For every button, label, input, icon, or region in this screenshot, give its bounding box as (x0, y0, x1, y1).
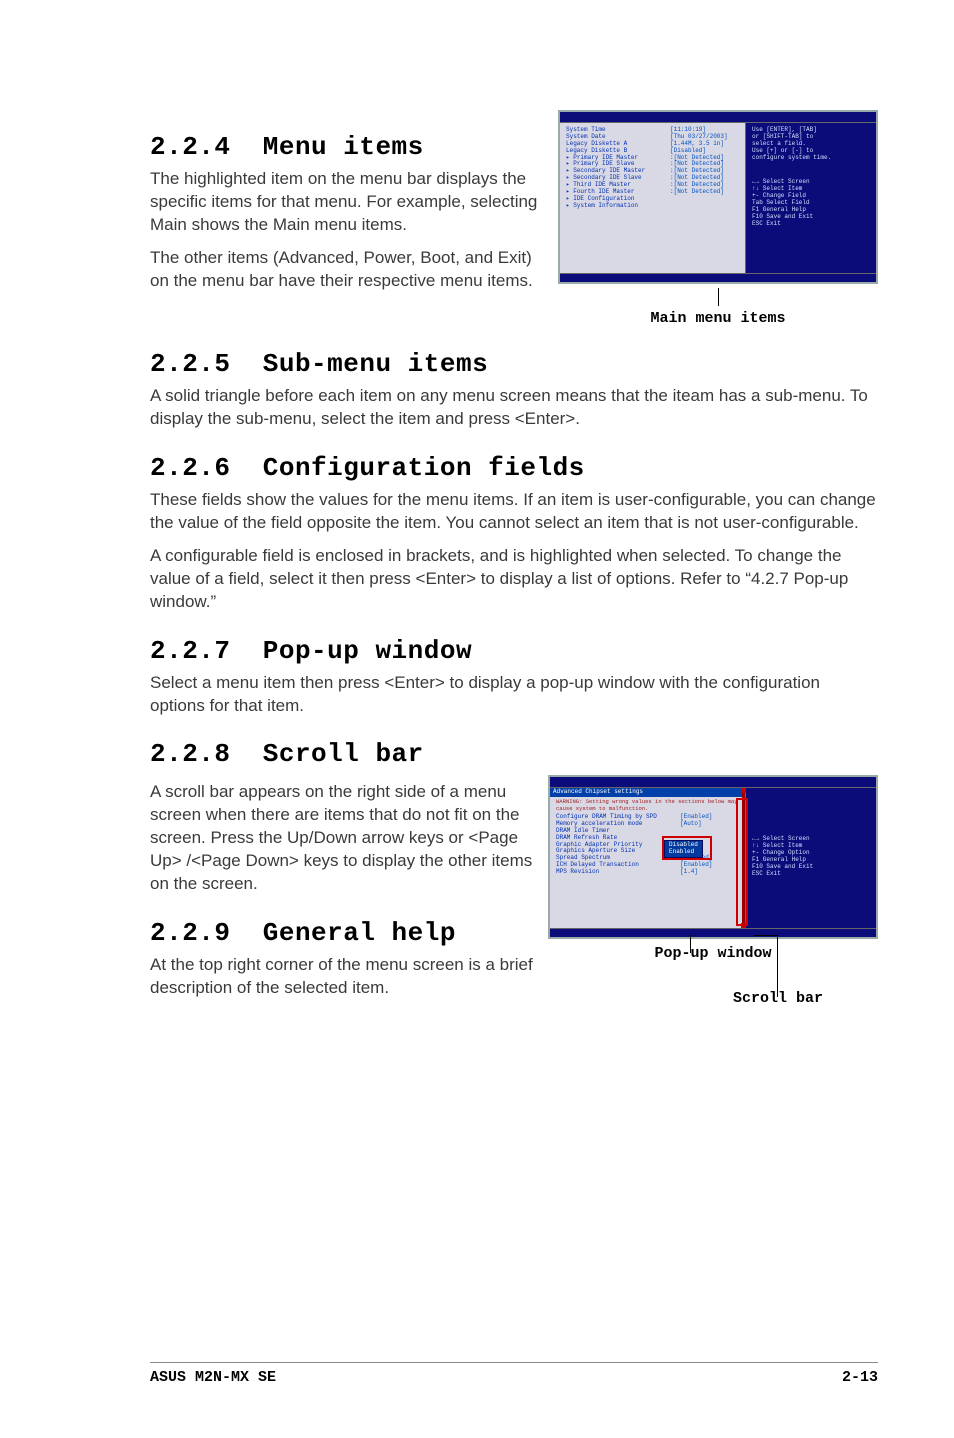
paragraph-229: At the top right corner of the menu scre… (150, 954, 540, 1000)
section-heading-227: 2.2.7 Pop-up window (150, 636, 878, 666)
bios2-warning: WARNING: Setting wrong values in the sec… (556, 799, 739, 812)
bios-row: ▸ System Information (566, 203, 739, 210)
caption-scroll-bar: Scroll bar (678, 990, 878, 1007)
paragraph-224b: The other items (Advanced, Power, Boot, … (150, 247, 552, 293)
section-num: 2.2.6 (150, 453, 231, 483)
section-num: 2.2.5 (150, 349, 231, 379)
section-num: 2.2.8 (150, 739, 231, 769)
paragraph-226b: A configurable field is enclosed in brac… (150, 545, 878, 614)
section-heading-229: 2.2.9 General help (150, 918, 540, 948)
caption-popup-window: Pop-up window (548, 945, 878, 962)
section-title: Scroll bar (263, 739, 424, 769)
paragraph-228: A scroll bar appears on the right side o… (150, 781, 540, 896)
paragraph-227: Select a menu item then press <Enter> to… (150, 672, 878, 718)
bios2-header: Advanced Chipset settings (550, 788, 745, 797)
section-heading-225: 2.2.5 Sub-menu items (150, 349, 878, 379)
footer-page-number: 2-13 (842, 1369, 878, 1386)
footer-product: ASUS M2N-MX SE (150, 1369, 276, 1386)
paragraph-225: A solid triangle before each item on any… (150, 385, 878, 431)
caption-main-menu-items: Main menu items (558, 310, 878, 327)
section-heading-224: 2.2.4 Menu items (150, 132, 552, 162)
section-num: 2.2.7 (150, 636, 231, 666)
section-heading-226: 2.2.6 Configuration fields (150, 453, 878, 483)
bios-key-line: ESC Exit (752, 871, 870, 878)
scrollbar-indicator (742, 788, 745, 928)
section-title: Pop-up window (263, 636, 472, 666)
section-num: 2.2.4 (150, 132, 231, 162)
section-title: General help (263, 918, 456, 948)
section-heading-228: 2.2.8 Scroll bar (150, 739, 878, 769)
bios-help-line: configure system time. (752, 155, 870, 162)
bios-key-line: ESC Exit (752, 221, 870, 228)
bios-screenshot-main: System Time [11:10:19]System Date [Thu 0… (558, 110, 878, 284)
paragraph-224a: The highlighted item on the menu bar dis… (150, 168, 552, 237)
section-title: Sub-menu items (263, 349, 488, 379)
page-footer: ASUS M2N-MX SE 2-13 (0, 1362, 954, 1386)
section-title: Menu items (263, 132, 424, 162)
paragraph-226a: These fields show the values for the men… (150, 489, 878, 535)
bios-screenshot-popup: Advanced Chipset settings WARNING: Setti… (548, 775, 878, 939)
section-num: 2.2.9 (150, 918, 231, 948)
bios-row: MPS Revision [1.4] (556, 869, 739, 876)
section-title: Configuration fields (263, 453, 585, 483)
